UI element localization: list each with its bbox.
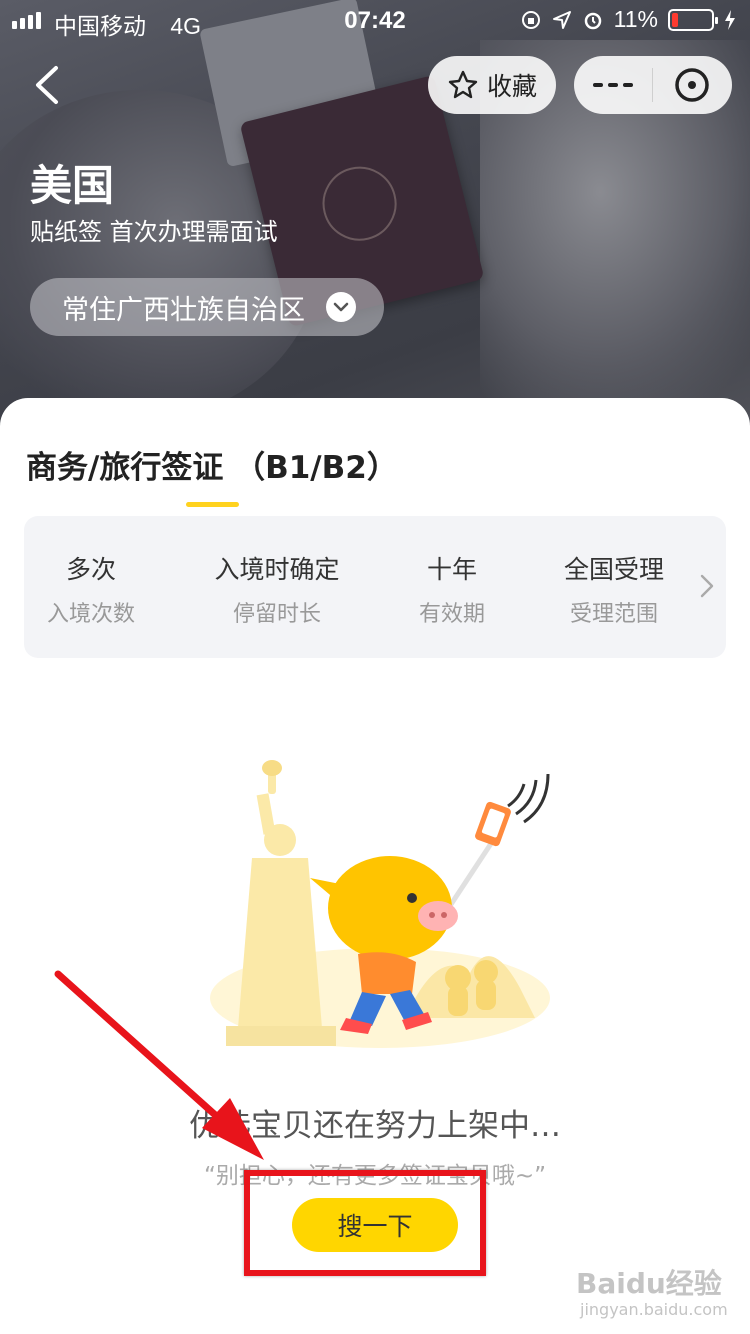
back-button[interactable]: [28, 62, 68, 108]
more-dots-icon: [593, 83, 633, 87]
info-entries: 多次 入境次数: [24, 550, 158, 628]
baidu-watermark-url: jingyan.baidu.com: [580, 1300, 728, 1319]
region-label: 常住广西壮族自治区: [62, 294, 305, 326]
info-stay-duration: 入境时确定 停留时长: [196, 550, 358, 628]
close-miniprogram-button[interactable]: [653, 56, 731, 114]
more-button[interactable]: [574, 56, 652, 114]
favorite-label: 收藏: [486, 72, 537, 101]
battery-icon: [668, 8, 718, 31]
chevron-down-icon: [326, 292, 356, 322]
miniprogram-capsule: [574, 56, 732, 114]
status-icons: 11%: [520, 6, 736, 33]
info-label: 有效期: [418, 602, 485, 627]
info-value: 入境时确定: [214, 555, 340, 584]
info-label: 受理范围: [569, 602, 658, 627]
annotation-highlight-box: [244, 1170, 486, 1276]
visa-info-panel[interactable]: 多次 入境次数 入境时确定 停留时长 十年 有效期 全国受理 受理范围: [24, 516, 726, 658]
star-icon: [448, 70, 478, 99]
chevron-right-icon: [700, 574, 714, 598]
favorite-button[interactable]: 收藏: [428, 56, 556, 114]
info-label: 入境次数: [46, 602, 135, 627]
info-value: 多次: [65, 555, 116, 584]
info-scope: 全国受理 受理范围: [552, 550, 676, 628]
baidu-watermark-logo: Baidu经验: [576, 1267, 722, 1300]
empty-state-title: 优选宝贝还在努力上架中…: [189, 1108, 561, 1144]
visa-type-desc: 贴纸签 首次办理需面试: [30, 218, 278, 246]
statue-of-liberty-icon: [226, 760, 336, 1046]
charging-icon: [725, 9, 735, 30]
orientation-lock-icon: [521, 10, 540, 29]
battery-percent: 11%: [613, 6, 658, 32]
content-card: 商务/旅行签证 （B1/B2） 多次 入境次数 入境时确定 停留时长 十年 有效…: [0, 398, 750, 1334]
info-value: 全国受理: [563, 555, 664, 584]
region-selector[interactable]: 常住广西壮族自治区: [30, 278, 384, 336]
location-icon: [552, 10, 571, 29]
info-validity: 十年 有效期: [394, 550, 510, 628]
tab-active-indicator: [186, 502, 239, 507]
status-bar: 中国移动 4G 07:42 11%: [0, 0, 750, 40]
chevron-left-icon: [36, 66, 58, 104]
empty-state-illustration: [210, 760, 550, 1048]
close-circle-icon: [675, 68, 709, 102]
alarm-icon: [584, 12, 601, 29]
country-title: 美国: [30, 161, 115, 210]
info-value: 十年: [426, 555, 477, 584]
tab-visa-category[interactable]: 商务/旅行签证 （B1/B2）: [26, 442, 398, 487]
info-label: 停留时长: [232, 602, 321, 627]
